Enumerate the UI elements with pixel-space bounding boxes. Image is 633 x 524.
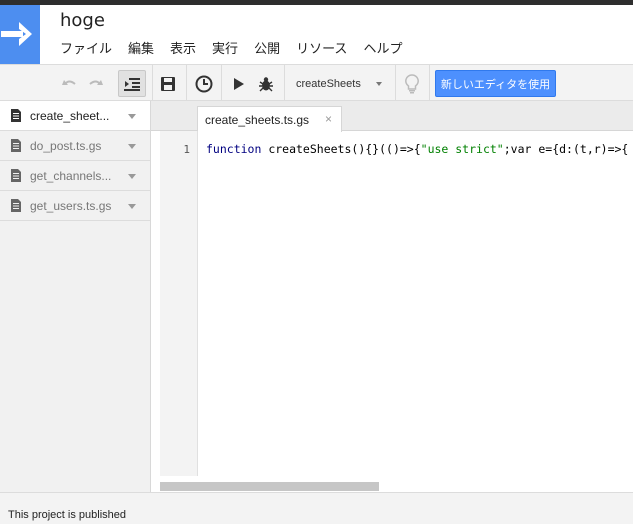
- triggers-button[interactable]: [193, 70, 215, 97]
- code-text: createSheets(){}(()=>{: [261, 142, 421, 156]
- menu-edit[interactable]: 編集: [120, 41, 162, 61]
- file-item-create-sheets[interactable]: create_sheet...: [0, 101, 150, 131]
- menu-help[interactable]: ヘルプ: [355, 41, 410, 61]
- file-menu-chevron-icon[interactable]: [128, 114, 136, 119]
- menu-view[interactable]: 表示: [162, 41, 204, 61]
- script-editor-window: hoge ファイル 編集 表示 実行 公開 リソース ヘルプ createShe…: [0, 0, 633, 524]
- line-number: 1: [183, 143, 190, 156]
- document-icon: [11, 139, 21, 152]
- toolbar-separator: [186, 65, 187, 101]
- menu-file[interactable]: ファイル: [52, 41, 120, 61]
- clock-icon: [195, 75, 213, 92]
- close-icon[interactable]: ×: [325, 112, 332, 126]
- toolbar-separator: [152, 65, 153, 101]
- project-title[interactable]: hoge: [60, 10, 105, 31]
- code-keyword: function: [206, 142, 262, 156]
- chevron-down-icon: [376, 82, 382, 86]
- indent-icon: [124, 77, 140, 91]
- function-select[interactable]: createSheets: [286, 70, 390, 97]
- status-text: This project is published: [8, 509, 127, 521]
- toolbar-separator: [221, 65, 222, 101]
- debug-button[interactable]: [255, 70, 277, 97]
- file-name: do_post.ts.gs: [30, 139, 102, 153]
- file-menu-chevron-icon[interactable]: [128, 204, 136, 209]
- file-item-get-channels[interactable]: get_channels...: [0, 161, 150, 191]
- apps-script-logo[interactable]: [0, 5, 40, 64]
- use-new-editor-button[interactable]: 新しいエディタを使用: [435, 70, 556, 97]
- file-menu-chevron-icon[interactable]: [128, 174, 136, 179]
- redo-icon: [89, 79, 103, 85]
- menu-bar: ファイル 編集 表示 実行 公開 リソース ヘルプ: [52, 41, 410, 61]
- editor-tab-strip: create_sheets.ts.gs ×: [151, 101, 633, 132]
- document-icon: [11, 169, 21, 182]
- file-item-get-users[interactable]: get_users.ts.gs: [0, 191, 150, 221]
- document-icon: [11, 109, 21, 122]
- undo-icon: [62, 79, 76, 85]
- toolbar-separator: [284, 65, 285, 101]
- toolbar-separator: [429, 65, 430, 101]
- file-name: get_channels...: [30, 169, 112, 183]
- menu-resources[interactable]: リソース: [288, 41, 355, 61]
- undo-button[interactable]: [58, 70, 80, 97]
- file-menu-chevron-icon[interactable]: [128, 144, 136, 149]
- tab-label: create_sheets.ts.gs: [205, 112, 310, 127]
- code-editor[interactable]: [151, 101, 633, 492]
- save-icon: [161, 76, 175, 91]
- run-button[interactable]: [229, 70, 249, 97]
- editor-tab-create-sheets[interactable]: create_sheets.ts.gs ×: [197, 106, 342, 132]
- code-line[interactable]: function createSheets(){}(()=>{"use stri…: [206, 142, 628, 156]
- menu-run[interactable]: 実行: [204, 41, 246, 61]
- save-button[interactable]: [157, 70, 179, 97]
- line-number-gutter: [160, 131, 198, 476]
- top-border: [0, 0, 633, 5]
- scrollbar-thumb[interactable]: [160, 482, 379, 491]
- debug-icon: [259, 76, 273, 91]
- file-item-do-post[interactable]: do_post.ts.gs: [0, 131, 150, 161]
- file-name: create_sheet...: [30, 109, 110, 123]
- status-bar: This project is published: [0, 492, 633, 524]
- run-icon: [234, 77, 244, 90]
- code-text: ;var e={d:(t,r)=>{: [503, 142, 629, 156]
- file-sidebar: create_sheet... do_post.ts.gs get_channe…: [0, 101, 151, 492]
- function-select-value: createSheets: [296, 77, 361, 90]
- execution-hints-button[interactable]: [401, 70, 423, 97]
- redo-button[interactable]: [85, 70, 107, 97]
- lightbulb-icon: [405, 73, 419, 93]
- toolbar-separator: [395, 65, 396, 101]
- code-string: "use strict": [420, 142, 504, 156]
- file-name: get_users.ts.gs: [30, 199, 112, 213]
- toolbar: createSheets 新しいエディタを使用: [0, 64, 633, 101]
- indent-button[interactable]: [118, 70, 146, 97]
- document-icon: [11, 199, 21, 212]
- arrow-right-icon: [1, 22, 32, 46]
- menu-publish[interactable]: 公開: [246, 41, 288, 61]
